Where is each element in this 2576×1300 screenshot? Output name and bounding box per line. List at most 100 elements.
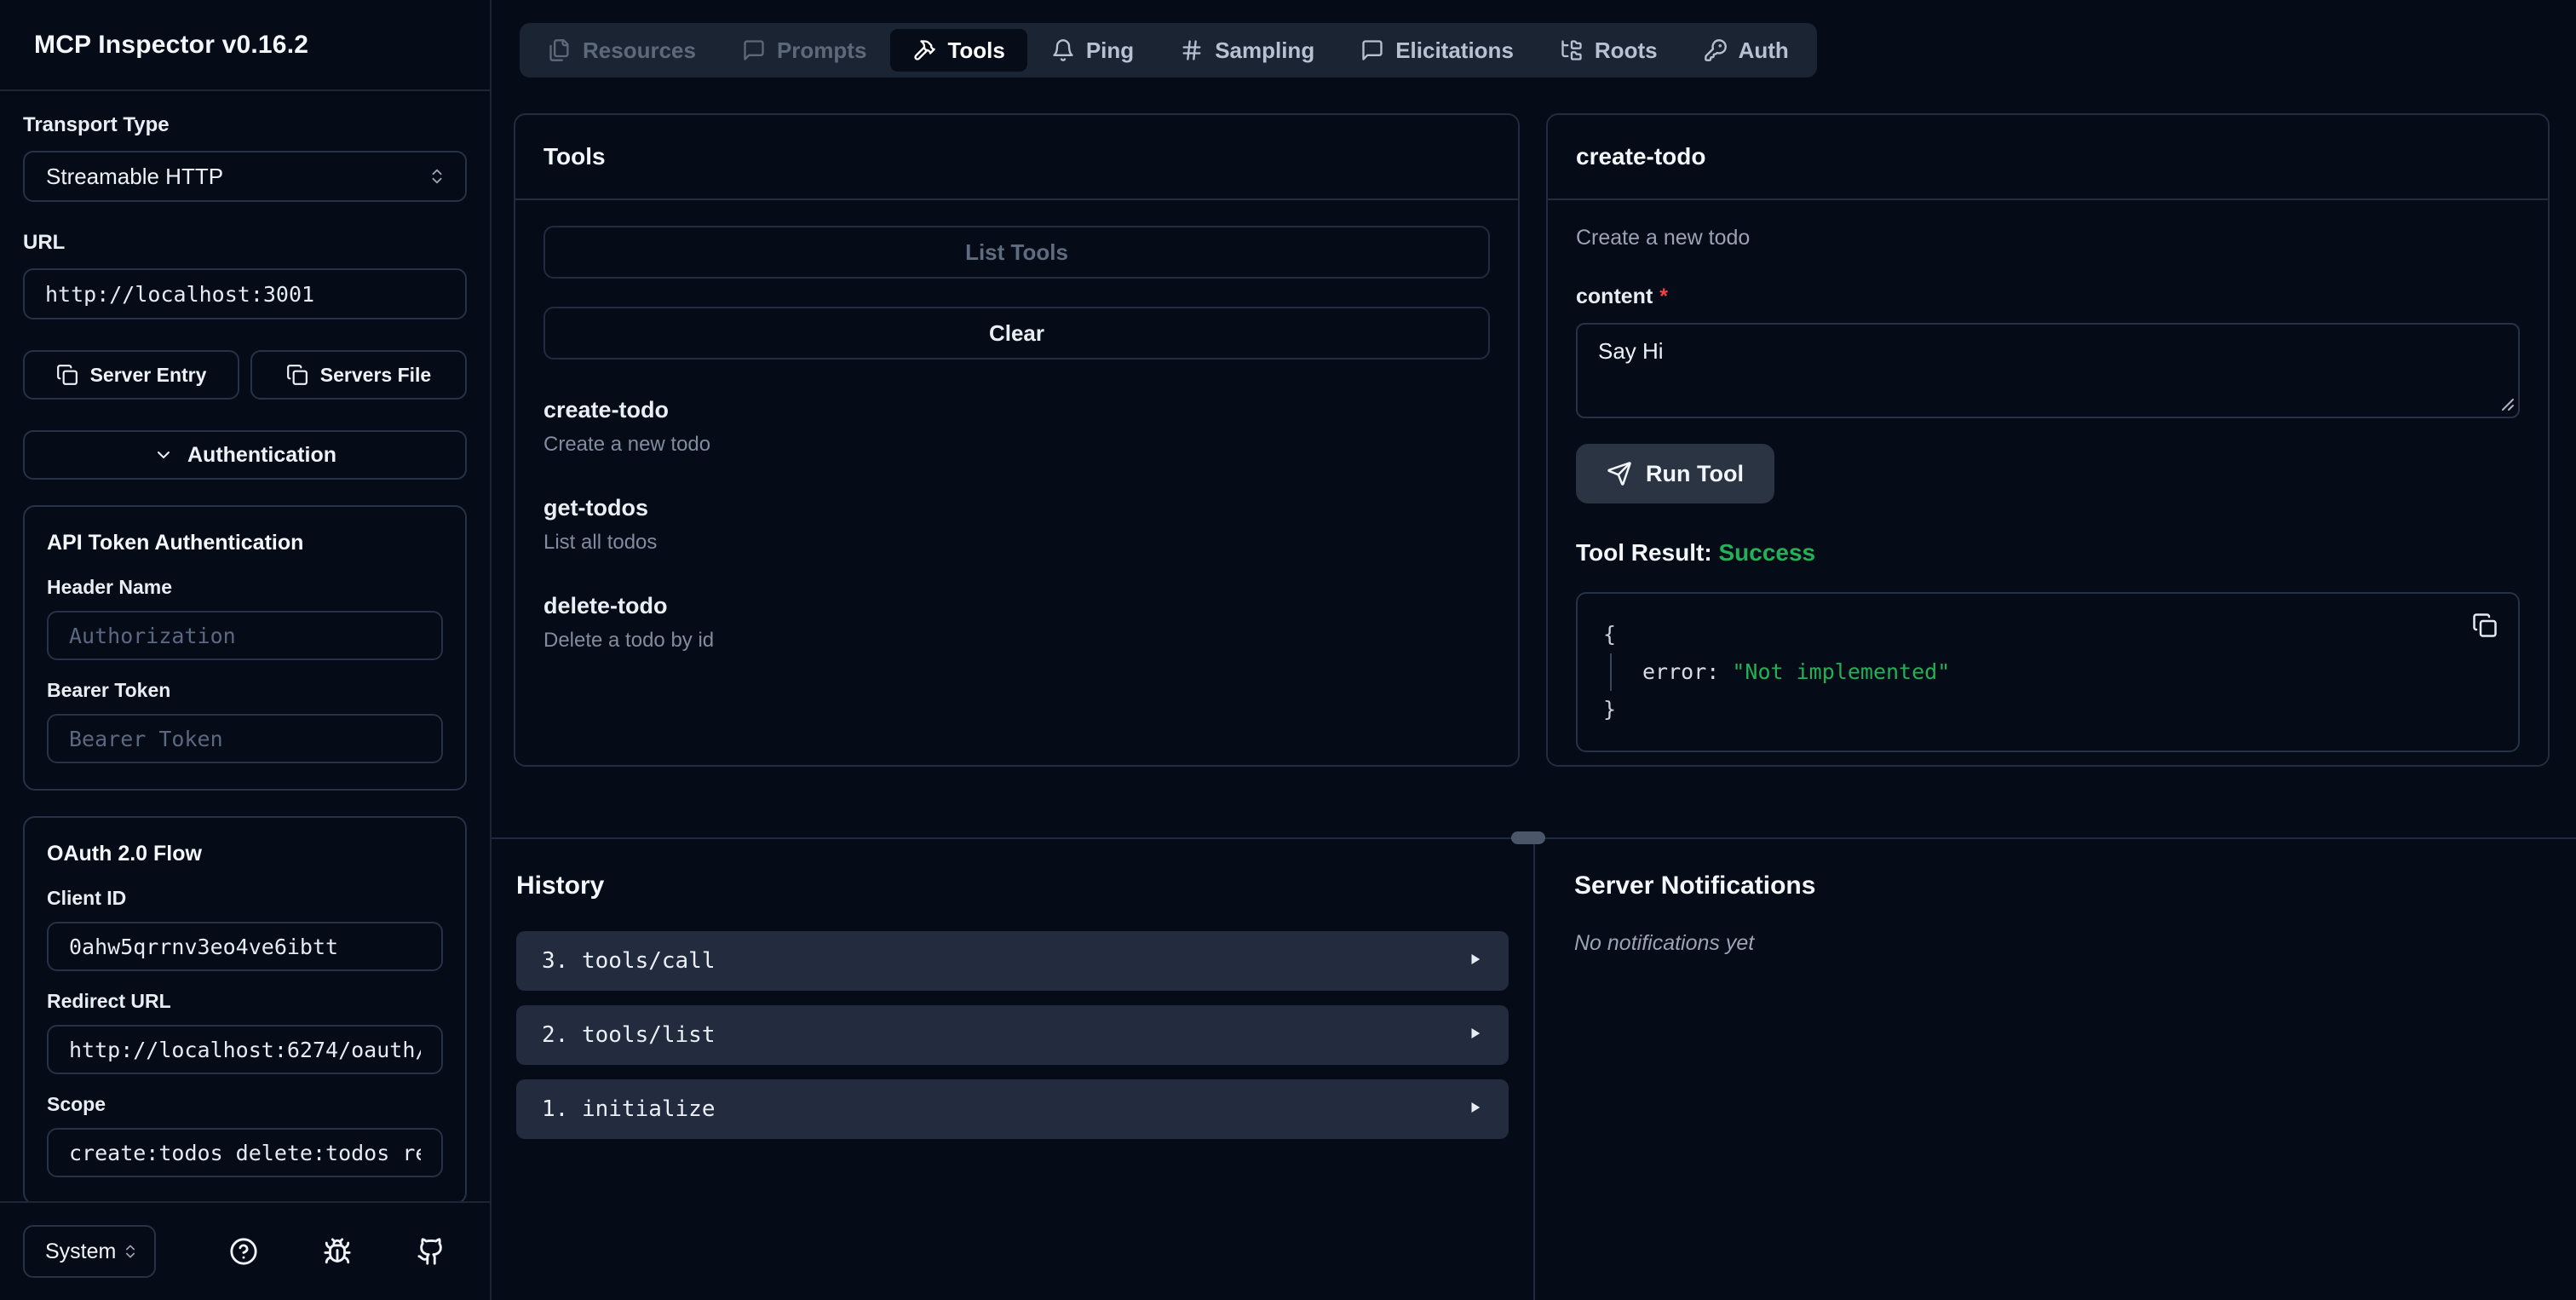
redirect-url-input[interactable] — [47, 1025, 443, 1074]
url-input[interactable] — [23, 268, 467, 319]
tool-result-label: Tool Result: — [1576, 539, 1712, 566]
tool-name: get-todos — [543, 495, 648, 521]
history-pane: History 3. tools/call 2. tools/list 1. i… — [492, 839, 1533, 1300]
expand-icon — [1468, 1026, 1483, 1045]
url-label: URL — [23, 231, 66, 254]
top-panels: Tools List Tools Clear create-todo Creat… — [492, 113, 2576, 767]
github-icon[interactable] — [417, 1237, 446, 1266]
clear-button[interactable]: Clear — [543, 307, 1490, 360]
history-item[interactable]: 1. initialize — [516, 1079, 1509, 1139]
scope-label: Scope — [47, 1093, 106, 1115]
list-tools-button[interactable]: List Tools — [543, 226, 1490, 279]
chevrons-up-down-icon — [122, 1243, 139, 1260]
hammer-icon — [912, 38, 936, 62]
sidebar-header: MCP Inspector v0.16.2 — [0, 0, 490, 91]
tab-ping[interactable]: Ping — [1029, 29, 1156, 72]
server-entry-button[interactable]: Server Entry — [23, 350, 239, 400]
key-icon — [1704, 38, 1728, 62]
run-tool-label: Run Tool — [1646, 460, 1744, 486]
tool-list-item[interactable]: create-todo Create a new todo — [543, 397, 1490, 457]
files-icon — [548, 38, 572, 62]
tab-auth[interactable]: Auth — [1682, 29, 1811, 72]
tab-sampling[interactable]: Sampling — [1158, 29, 1337, 72]
history-item-label: 3. tools/call — [542, 948, 716, 974]
tool-description: List all todos — [543, 531, 658, 554]
tool-result-status: Success — [1718, 539, 1816, 566]
content-field-label: content * — [1576, 285, 1669, 308]
tab-label: Sampling — [1215, 37, 1315, 63]
app-title: MCP Inspector v0.16.2 — [34, 30, 309, 59]
tool-name: delete-todo — [543, 593, 668, 618]
authentication-toggle[interactable]: Authentication — [23, 430, 467, 480]
send-icon — [1607, 461, 1632, 486]
run-tool-button[interactable]: Run Tool — [1576, 444, 1774, 503]
bearer-token-input[interactable] — [47, 714, 443, 763]
content-textarea[interactable]: Say Hi — [1576, 323, 2520, 418]
transport-type-value: Streamable HTTP — [46, 163, 224, 189]
tool-detail-panel: create-todo Create a new todo content * S… — [1546, 113, 2550, 767]
main-area: Resources Prompts Tools Ping Sampling El… — [492, 0, 2576, 1300]
tab-roots[interactable]: Roots — [1538, 29, 1680, 72]
bug-icon[interactable] — [323, 1237, 352, 1266]
redirect-url-label: Redirect URL — [47, 990, 171, 1012]
client-id-input[interactable] — [47, 922, 443, 971]
tab-label: Auth — [1738, 37, 1789, 63]
tab-label: Resources — [583, 37, 696, 63]
transport-type-select[interactable]: Streamable HTTP — [23, 151, 467, 202]
copy-result-button[interactable] — [2472, 613, 2498, 638]
tool-name: create-todo — [543, 397, 670, 423]
message-icon — [742, 38, 766, 62]
bearer-token-label: Bearer Token — [47, 679, 171, 701]
tab-elicitations[interactable]: Elicitations — [1338, 29, 1536, 72]
hash-icon — [1180, 38, 1204, 62]
nav-row: Resources Prompts Tools Ping Sampling El… — [492, 0, 2576, 113]
tab-label: Tools — [947, 37, 1005, 63]
message-icon — [1360, 38, 1384, 62]
json-key: error: — [1642, 659, 1720, 684]
chevrons-up-down-icon — [428, 167, 446, 186]
api-token-auth-title: API Token Authentication — [47, 531, 304, 555]
tab-label: Elicitations — [1395, 37, 1514, 63]
server-notifications-pane: Server Notifications No notifications ye… — [1533, 839, 2576, 1300]
tool-description: Delete a todo by id — [543, 629, 715, 652]
sidebar-body: Transport Type Streamable HTTP URL Serve… — [0, 91, 490, 1201]
theme-select-value: System — [45, 1239, 117, 1263]
history-title: History — [516, 871, 605, 900]
expand-icon — [1468, 952, 1483, 971]
help-icon[interactable] — [229, 1237, 258, 1266]
servers-file-label: Servers File — [319, 363, 432, 386]
tab-tools[interactable]: Tools — [890, 29, 1027, 72]
sidebar: MCP Inspector v0.16.2 Transport Type Str… — [0, 0, 492, 1300]
tool-list-item[interactable]: delete-todo Delete a todo by id — [543, 593, 1490, 653]
tab-resources[interactable]: Resources — [526, 29, 718, 72]
bottom-panes: History 3. tools/call 2. tools/list 1. i… — [492, 839, 2576, 1300]
tool-list-item[interactable]: get-todos List all todos — [543, 495, 1490, 555]
tool-result-json: { error: "Not implemented" } — [1576, 592, 2520, 752]
expand-icon — [1468, 1100, 1483, 1119]
tab-label: Prompts — [776, 37, 867, 63]
history-item-label: 2. tools/list — [542, 1022, 716, 1048]
horizontal-divider — [492, 831, 2576, 844]
tab-label: Ping — [1085, 37, 1135, 63]
sidebar-footer: System — [0, 1201, 490, 1300]
tab-prompts[interactable]: Prompts — [720, 29, 888, 72]
servers-file-button[interactable]: Servers File — [250, 350, 467, 400]
copy-icon — [56, 364, 78, 386]
theme-select[interactable]: System — [23, 1225, 156, 1278]
history-item-label: 1. initialize — [542, 1096, 716, 1122]
tool-list: create-todo Create a new todo get-todos … — [543, 397, 1490, 653]
scope-input[interactable] — [47, 1128, 443, 1177]
oauth-flow-title: OAuth 2.0 Flow — [47, 842, 202, 866]
tab-bar: Resources Prompts Tools Ping Sampling El… — [520, 23, 1817, 78]
folder-tree-icon — [1560, 38, 1584, 62]
resize-handle[interactable] — [1511, 831, 1545, 844]
header-name-input[interactable] — [47, 611, 443, 660]
chevron-down-icon — [153, 445, 174, 465]
tab-label: Roots — [1594, 37, 1658, 63]
history-item[interactable]: 3. tools/call — [516, 931, 1509, 991]
transport-type-label: Transport Type — [23, 113, 170, 136]
oauth-flow-section: OAuth 2.0 Flow Client ID Redirect URL Sc… — [23, 816, 467, 1201]
history-item[interactable]: 2. tools/list — [516, 1005, 1509, 1065]
tool-detail-title: create-todo — [1576, 143, 1706, 170]
copy-icon — [286, 364, 308, 386]
